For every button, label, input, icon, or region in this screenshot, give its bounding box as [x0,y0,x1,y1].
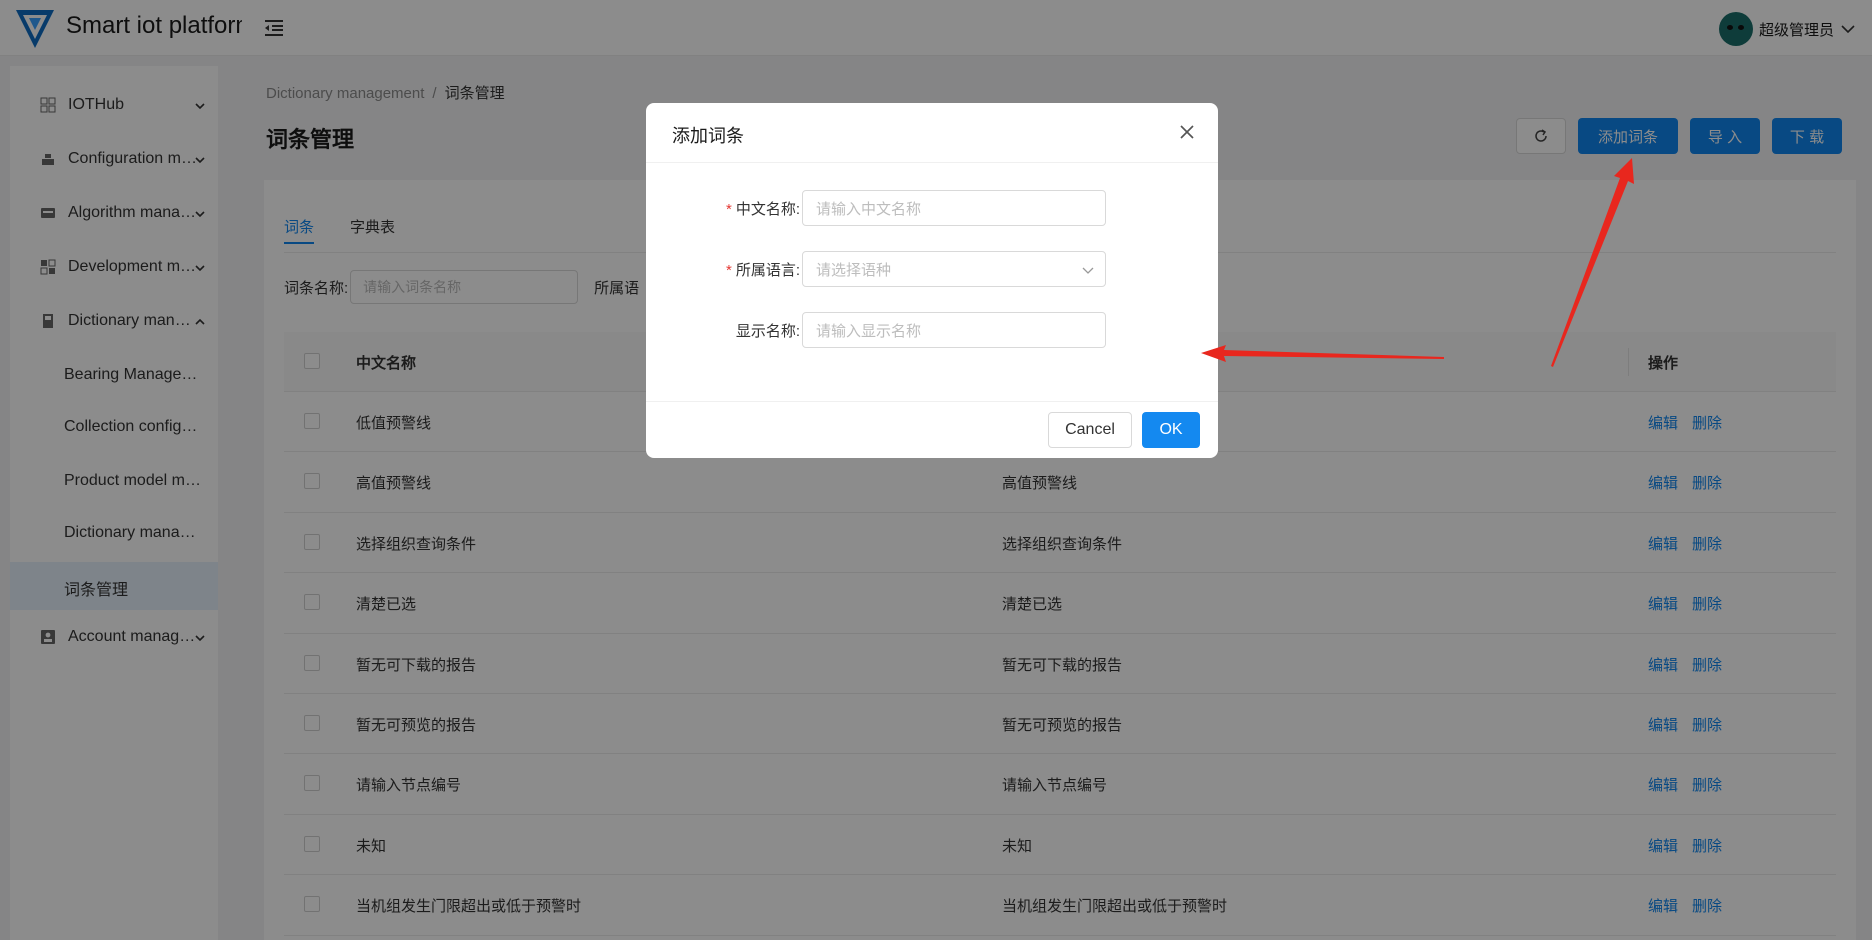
field-label: * 所属语言: [725,262,800,279]
required-mark: * [725,201,732,218]
dialog-header-divider [646,162,1218,163]
ok-button[interactable]: OK [1142,412,1200,448]
dialog-title: 添加词条 [672,126,744,146]
dialog-footer-divider [646,401,1218,402]
display-name-input[interactable]: 请输入显示名称 [802,312,1106,348]
form-row-chinese-name: * 中文名称: 请输入中文名称 [646,190,1218,226]
dialog-footer: Cancel OK [1048,412,1200,448]
chevron-down-icon [1082,267,1094,274]
field-label: * 中文名称: [725,201,800,218]
close-icon[interactable] [1176,121,1198,143]
add-term-dialog: 添加词条 * 中文名称: 请输入中文名称 * 所属语言: 请选择语种 显示名称: 请… [646,103,1218,458]
field-label: 显示名称: [735,323,800,340]
language-select[interactable]: 请选择语种 [802,251,1106,287]
required-mark: * [725,262,732,279]
form-row-display-name: 显示名称: 请输入显示名称 [646,312,1218,348]
cancel-button[interactable]: Cancel [1048,412,1132,448]
form-row-language: * 所属语言: 请选择语种 [646,251,1218,287]
select-placeholder: 请选择语种 [816,261,892,279]
chinese-name-input[interactable]: 请输入中文名称 [802,190,1106,226]
